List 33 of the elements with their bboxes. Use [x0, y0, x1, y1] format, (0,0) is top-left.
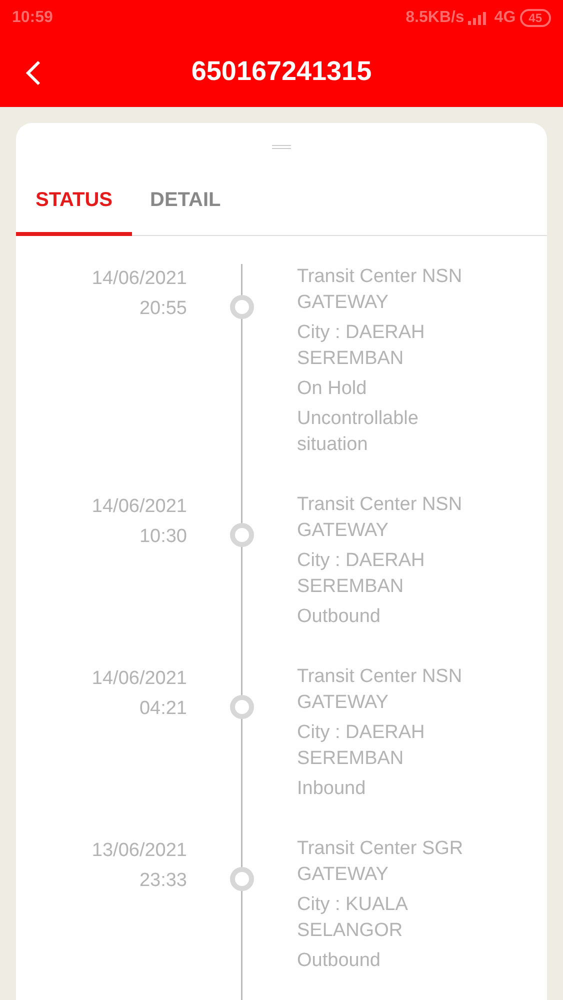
event-date: 13/06/2021: [92, 838, 187, 862]
event-location: Transit Center SGR GATEWAY: [297, 836, 464, 886]
timeline-dot-icon: [230, 294, 254, 318]
timeline-dot-icon: [230, 866, 254, 890]
tracking-number-title: 650167241315: [191, 56, 372, 87]
event-status: Outbound: [297, 948, 382, 972]
event-city: City : KUALA SELANGOR: [297, 892, 408, 942]
event-status: Outbound: [297, 604, 382, 628]
event-status: Inbound: [297, 776, 367, 800]
event-location: Transit Center NSN GATEWAY: [297, 492, 464, 542]
event-status: Uncontrollable situation: [297, 406, 420, 456]
timeline-dot-icon: [230, 522, 254, 546]
event-time: 23:33: [139, 868, 187, 892]
event-city: City : DAERAH SEREMBAN: [297, 720, 426, 770]
timeline-dot-icon: [230, 694, 254, 718]
tab[interactable]: DETAIL: [132, 163, 239, 236]
event-time: 10:30: [139, 524, 187, 548]
drag-handle-icon[interactable]: [272, 145, 291, 149]
event-date: 14/06/2021: [92, 266, 187, 290]
network-type: 4G: [494, 9, 516, 27]
event-time: 20:55: [139, 296, 187, 320]
event-location: Transit Center NSN GATEWAY: [297, 264, 464, 314]
tab[interactable]: STATUS: [16, 163, 132, 236]
network-speed: 8.5KB/s: [406, 9, 464, 27]
event-status: On Hold: [297, 376, 368, 400]
battery-icon: 45: [520, 9, 551, 27]
event-date: 14/06/2021: [92, 666, 187, 690]
event-date: 14/06/2021: [92, 494, 187, 518]
event-location: Transit Center NSN GATEWAY: [297, 664, 464, 714]
event-city: City : DAERAH SEREMBAN: [297, 320, 426, 370]
clock-time: 10:59: [12, 9, 53, 27]
event-time: 04:21: [139, 696, 187, 720]
event-city: City : DAERAH SEREMBAN: [297, 548, 426, 598]
